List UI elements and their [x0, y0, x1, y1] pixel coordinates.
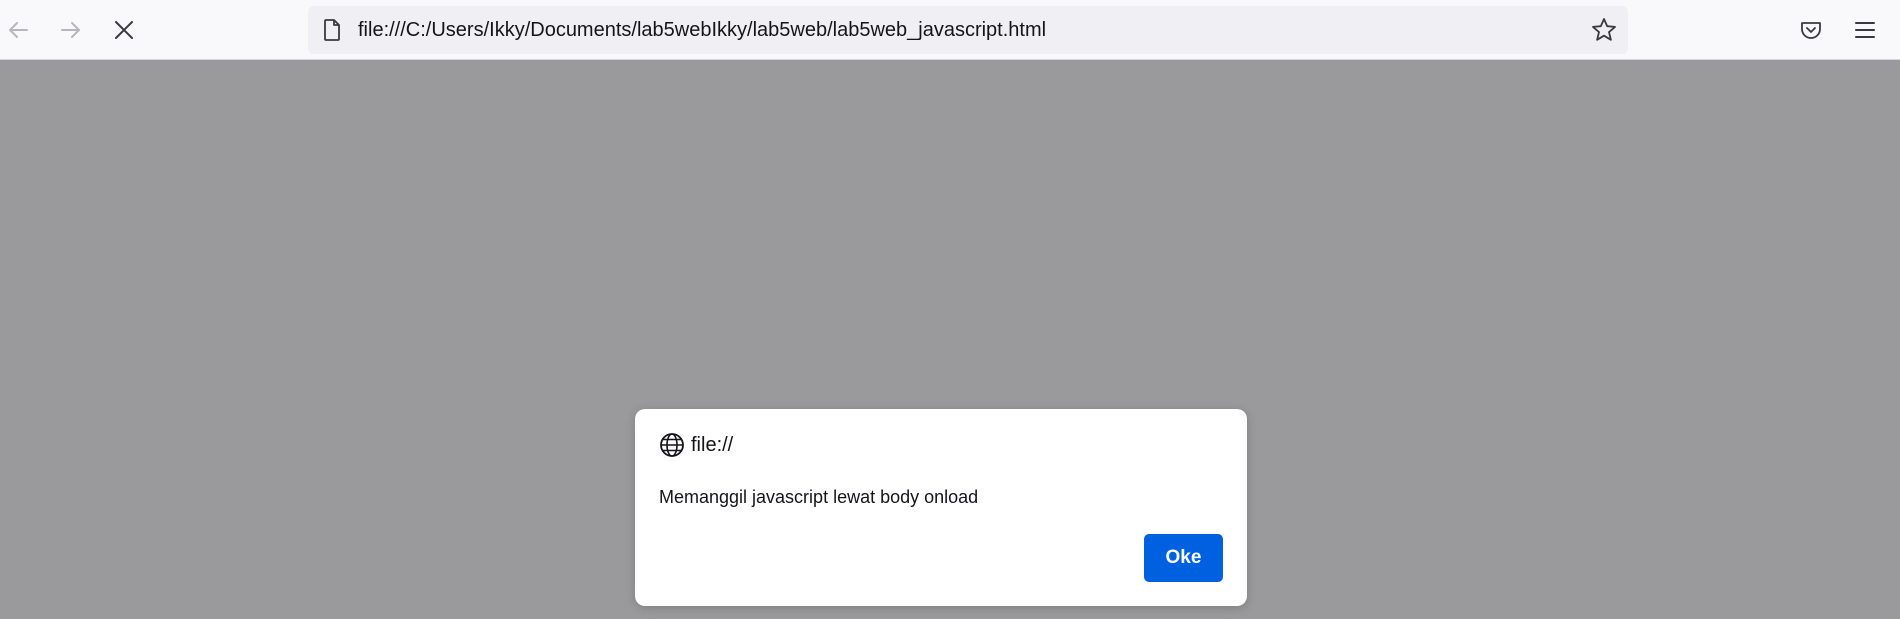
arrow-left-icon: [9, 22, 28, 38]
dialog-origin: file://: [691, 433, 734, 456]
alert-dialog: file:// Memanggil javascript lewat body …: [635, 409, 1247, 606]
globe-icon: [660, 433, 684, 457]
close-icon: [115, 21, 133, 39]
url-text[interactable]: file:///C:/Users/Ikky/Documents/lab5webI…: [358, 6, 1046, 54]
dialog-message: Memanggil javascript lewat body onload: [659, 487, 979, 507]
forward-button[interactable]: [53, 12, 89, 48]
pocket-icon: [1801, 22, 1821, 39]
address-bar[interactable]: file:///C:/Users/Ikky/Documents/lab5webI…: [308, 6, 1628, 54]
arrow-right-icon: [61, 22, 80, 38]
menu-button[interactable]: [1847, 12, 1883, 48]
page-icon: [324, 19, 340, 41]
browser-toolbar: file:///C:/Users/Ikky/Documents/lab5webI…: [0, 0, 1900, 60]
dialog-header: file://: [659, 431, 733, 459]
back-button[interactable]: [0, 12, 36, 48]
pocket-button[interactable]: [1793, 12, 1829, 48]
stop-button[interactable]: [106, 12, 142, 48]
star-icon[interactable]: [1590, 16, 1618, 44]
hamburger-menu-icon: [1855, 22, 1875, 38]
ok-button[interactable]: Oke: [1144, 534, 1223, 582]
